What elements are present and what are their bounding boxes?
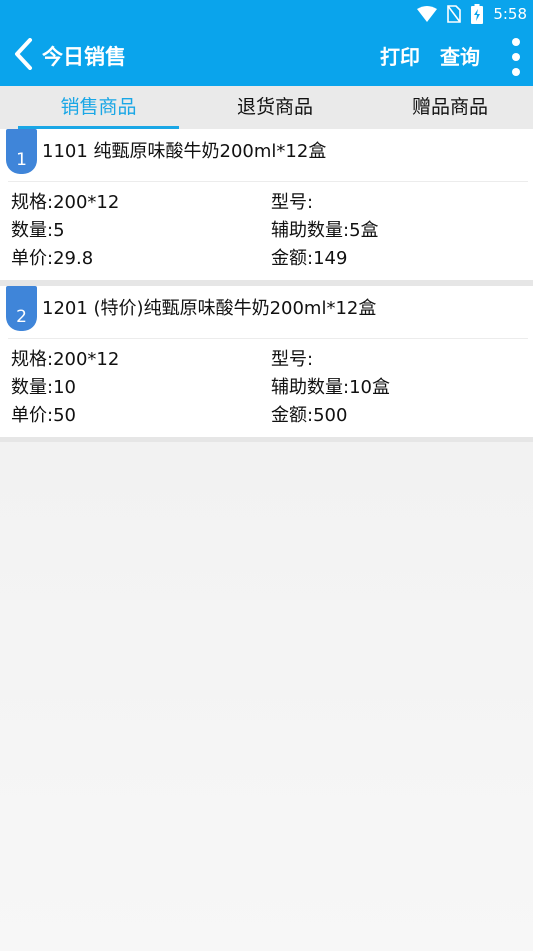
item-unit-price: 单价:29.8 (11, 248, 94, 269)
item-title: 1201 (特价)纯甄原味酸牛奶200ml*12盒 (42, 298, 377, 319)
tab-bar: 销售商品 退货商品 赠品商品 (0, 86, 533, 129)
divider (8, 181, 528, 182)
tab-gift-items[interactable]: 赠品商品 (370, 86, 530, 129)
back-arrow-icon (13, 38, 33, 74)
item-quantity: 数量:5 (11, 220, 65, 241)
item-spec: 规格:200*12 (11, 349, 120, 370)
print-button[interactable]: 打印 (380, 42, 420, 72)
item-unit-price: 单价:50 (11, 405, 76, 426)
more-vert-icon (512, 38, 520, 46)
item-quantity: 数量:10 (11, 377, 76, 398)
query-button[interactable]: 查询 (440, 42, 480, 72)
item-aux-quantity: 辅助数量:5盒 (271, 220, 379, 241)
list-item[interactable]: 2 1201 (特价)纯甄原味酸牛奶200ml*12盒 规格:200*12 型号… (0, 286, 533, 437)
status-time: 5:58 (493, 5, 527, 23)
status-bar: 5:58 (0, 0, 533, 28)
item-spec: 规格:200*12 (11, 192, 120, 213)
tab-return-items[interactable]: 退货商品 (190, 86, 360, 129)
item-title: 1101 纯甄原味酸牛奶200ml*12盒 (42, 141, 327, 162)
back-button[interactable] (8, 36, 38, 76)
app-bar: 今日销售 打印 查询 (0, 28, 533, 86)
page-title: 今日销售 (42, 45, 126, 69)
more-vert-icon-dot (512, 68, 520, 76)
more-vert-icon-dot (512, 53, 520, 61)
item-model: 型号: (271, 192, 314, 213)
list-item[interactable]: 1 1101 纯甄原味酸牛奶200ml*12盒 规格:200*12 型号: 数量… (0, 129, 533, 280)
divider (8, 338, 528, 339)
item-amount: 金额:500 (271, 405, 348, 426)
tab-sales-items[interactable]: 销售商品 (18, 86, 179, 129)
item-model: 型号: (271, 349, 314, 370)
item-aux-quantity: 辅助数量:10盒 (271, 377, 390, 398)
item-index-badge: 1 (6, 129, 37, 174)
list-empty-area (0, 442, 533, 951)
item-amount: 金额:149 (271, 248, 348, 269)
status-icons: 5:58 (417, 4, 527, 24)
battery-charging-icon (471, 4, 484, 24)
more-options-button[interactable] (505, 38, 527, 76)
no-sim-icon (447, 5, 462, 23)
wifi-icon (417, 6, 438, 22)
item-index-badge: 2 (6, 286, 37, 331)
